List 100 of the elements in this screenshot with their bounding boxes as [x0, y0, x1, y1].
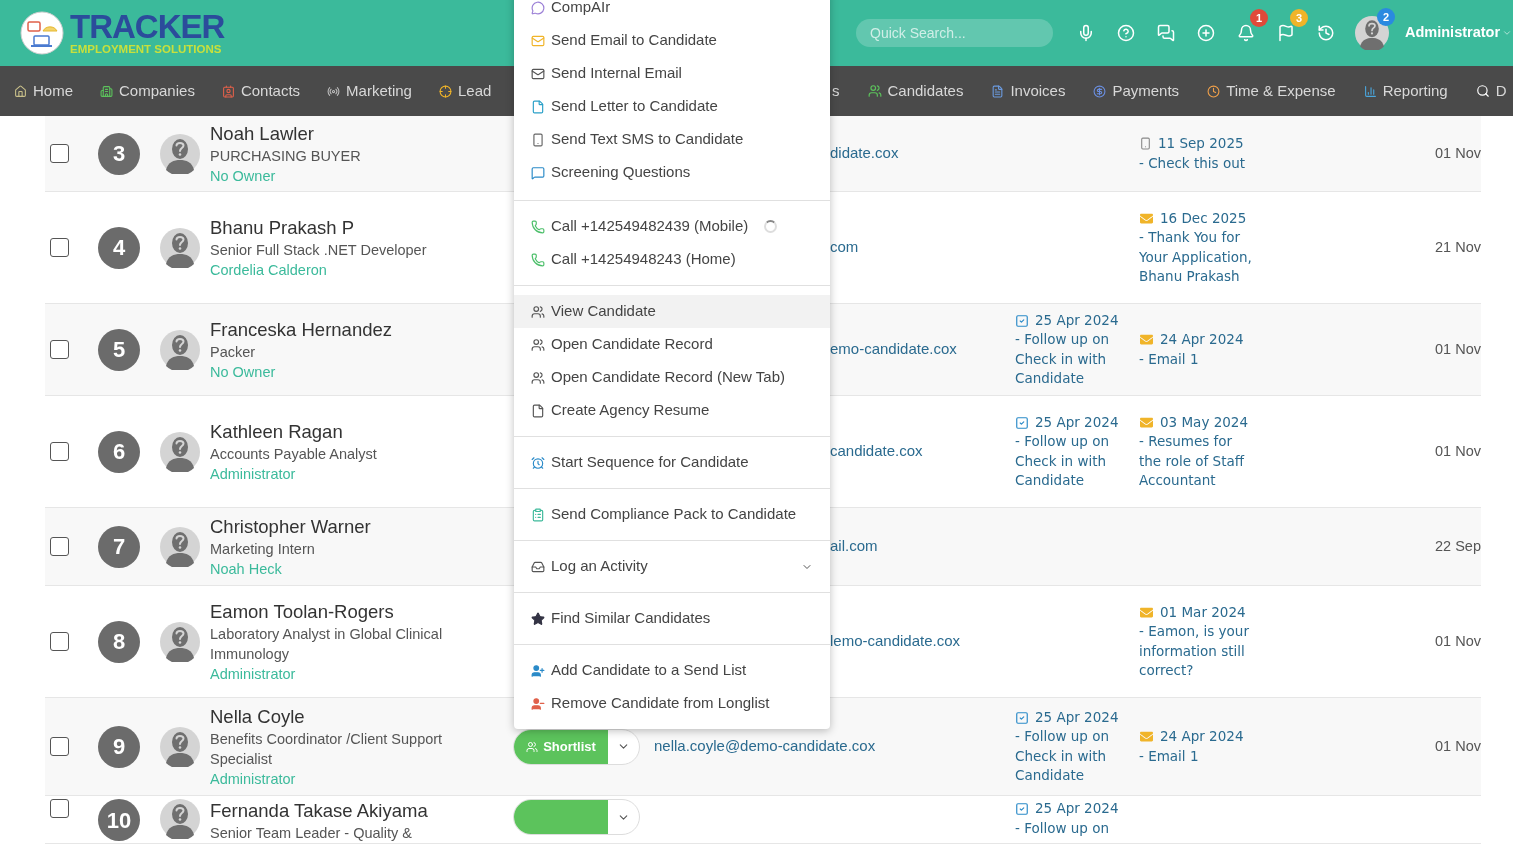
email-link[interactable]: emo-candidate.cox: [830, 338, 957, 361]
date-text: 01 Nov: [1435, 631, 1481, 651]
row-number: 8: [98, 620, 140, 663]
menu-item[interactable]: Send Text SMS to Candidate: [514, 123, 830, 156]
phone-icon: [531, 252, 545, 267]
people-icon: [531, 337, 545, 352]
count-badge: 3: [1290, 9, 1308, 27]
candidate-name[interactable]: Nella Coyle: [210, 704, 493, 729]
menu-item[interactable]: Send Letter to Candidate: [514, 90, 830, 123]
menu-item[interactable]: Screening Questions: [514, 156, 830, 189]
envelope-icon: [1139, 415, 1154, 429]
activity-date[interactable]: 24 Apr 2024: [1160, 330, 1244, 350]
people-icon: [531, 370, 545, 385]
candidate-name[interactable]: Bhanu Prakash P: [210, 215, 493, 240]
job-title: Senior Full Stack .NET Developer: [210, 240, 428, 260]
activity-link[interactable]: - Check this out: [1139, 153, 1246, 173]
activity-link[interactable]: - Resumes for the role of Staff Accountant: [1139, 432, 1253, 491]
checkbox[interactable]: [50, 238, 69, 257]
menu-item[interactable]: Find Similar Candidates: [514, 602, 830, 635]
task-link[interactable]: - Follow up on Check in with Candidate: [1015, 432, 1131, 491]
envelope-icon: [1139, 333, 1154, 346]
menu-item[interactable]: Create Agency Resume: [514, 394, 830, 427]
nav-link[interactable]: Reporting: [1363, 79, 1448, 103]
menu-item[interactable]: CompAIr: [514, 0, 830, 24]
activity-date[interactable]: 24 Apr 2024: [1160, 727, 1244, 747]
nav-link[interactable]: Lead: [438, 79, 492, 103]
broadcast-icon: [327, 84, 341, 98]
candidate-name[interactable]: Kathleen Ragan: [210, 419, 493, 444]
menu-item-label: Open Candidate Record (New Tab): [551, 367, 786, 388]
activity-link[interactable]: - Email 1: [1139, 349, 1199, 369]
menu-item[interactable]: Call +14254948243 (Home): [514, 243, 830, 276]
menu-item[interactable]: Send Compliance Pack to Candidate: [514, 498, 830, 531]
menu-item[interactable]: Start Sequence for Candidate: [514, 446, 830, 479]
row-number: 6: [98, 430, 140, 473]
email-link[interactable]: com: [830, 236, 859, 259]
menu-item[interactable]: Call +142549482439 (Mobile): [514, 210, 830, 243]
nav-link[interactable]: Contacts: [221, 79, 301, 103]
inbox-icon: [531, 559, 545, 574]
chat-icon: [1157, 24, 1175, 42]
activity-link[interactable]: - Eamon, is your information still correct?: [1139, 622, 1253, 681]
checkbox[interactable]: [50, 340, 69, 359]
checkbox[interactable]: [50, 632, 69, 651]
email-link[interactable]: nella.coyle@demo-candidate.cox: [654, 735, 876, 758]
task-icon: [1015, 313, 1029, 328]
menu-item-label: Create Agency Resume: [551, 400, 710, 421]
avatar-icon: [160, 526, 200, 567]
menu-item[interactable]: Open Candidate Record: [514, 328, 830, 361]
flag-icon: [1277, 24, 1295, 42]
menu-item[interactable]: Send Internal Email: [514, 57, 830, 90]
checkbox[interactable]: [50, 737, 69, 756]
clock-icon: [1207, 84, 1221, 98]
email-link[interactable]: candidate.cox: [830, 440, 923, 463]
nav-link[interactable]: Invoices: [991, 79, 1066, 103]
nav-link[interactable]: D: [1475, 79, 1507, 103]
candidate-name[interactable]: Noah Lawler: [210, 121, 493, 146]
people-icon: [526, 740, 539, 753]
activity-date[interactable]: 11 Sep 2025: [1158, 134, 1244, 154]
task-date[interactable]: 25 Apr 2024: [1035, 799, 1119, 819]
menu-item-label: Remove Candidate from Longlist: [551, 693, 770, 714]
email-link[interactable]: lemo-candidate.cox: [830, 630, 961, 653]
activity-link[interactable]: - Email 1: [1139, 746, 1199, 766]
checkbox[interactable]: [50, 442, 69, 461]
checkbox[interactable]: [50, 799, 69, 818]
candidate-name[interactable]: Christopher Warner: [210, 514, 493, 539]
nav-link[interactable]: Payments: [1093, 79, 1180, 103]
menu-item[interactable]: Remove Candidate from Longlist: [514, 687, 830, 720]
task-icon: [1015, 415, 1029, 430]
chat-icon: [531, 0, 545, 15]
activity-date[interactable]: 16 Dec 2025: [1160, 208, 1247, 228]
checkbox[interactable]: [50, 537, 69, 556]
candidate-name[interactable]: Franceska Hernandez: [210, 317, 493, 342]
menu-item-label: Send Letter to Candidate: [551, 96, 718, 117]
candidate-name[interactable]: Eamon Toolan-Rogers: [210, 599, 493, 624]
email-link[interactable]: didate.cox: [830, 142, 899, 165]
activity-date[interactable]: 03 May 2024: [1160, 412, 1249, 432]
menu-item[interactable]: Add Candidate to a Send List: [514, 654, 830, 687]
menu-item[interactable]: Log an Activity: [514, 550, 830, 583]
nav-link[interactable]: Marketing: [327, 79, 412, 103]
nav-link[interactable]: Companies: [100, 79, 195, 103]
task-link[interactable]: - Follow up on Check in with Candidate: [1015, 330, 1131, 389]
candidate-name[interactable]: Fernanda Takase Akiyama: [210, 799, 493, 823]
activity-link[interactable]: - Thank You for Your Application, Bhanu Prakash: [1139, 228, 1253, 287]
task-link[interactable]: - Follow up on: [1015, 818, 1110, 838]
task-link[interactable]: - Follow up on Check in with Candidate: [1015, 727, 1131, 786]
task-date[interactable]: 25 Apr 2024: [1035, 707, 1119, 727]
menu-item[interactable]: Open Candidate Record (New Tab): [514, 361, 830, 394]
menu-item[interactable]: Send Email to Candidate: [514, 24, 830, 57]
checkbox[interactable]: [50, 144, 69, 163]
email-link[interactable]: ail.com: [830, 535, 878, 558]
nav-link[interactable]: Home: [14, 79, 73, 103]
activity-date[interactable]: 01 Mar 2024: [1160, 602, 1246, 622]
nav-link[interactable]: s: [832, 79, 840, 103]
phone-icon: [531, 132, 545, 147]
nav-link[interactable]: Candidates: [867, 79, 964, 103]
task-date[interactable]: 25 Apr 2024: [1035, 412, 1119, 432]
home-icon: [14, 84, 27, 98]
nav-link[interactable]: Time & Expense: [1207, 79, 1336, 103]
job-title: Marketing Intern: [210, 539, 316, 559]
menu-item[interactable]: View Candidate: [514, 295, 830, 328]
task-date[interactable]: 25 Apr 2024: [1035, 310, 1119, 330]
